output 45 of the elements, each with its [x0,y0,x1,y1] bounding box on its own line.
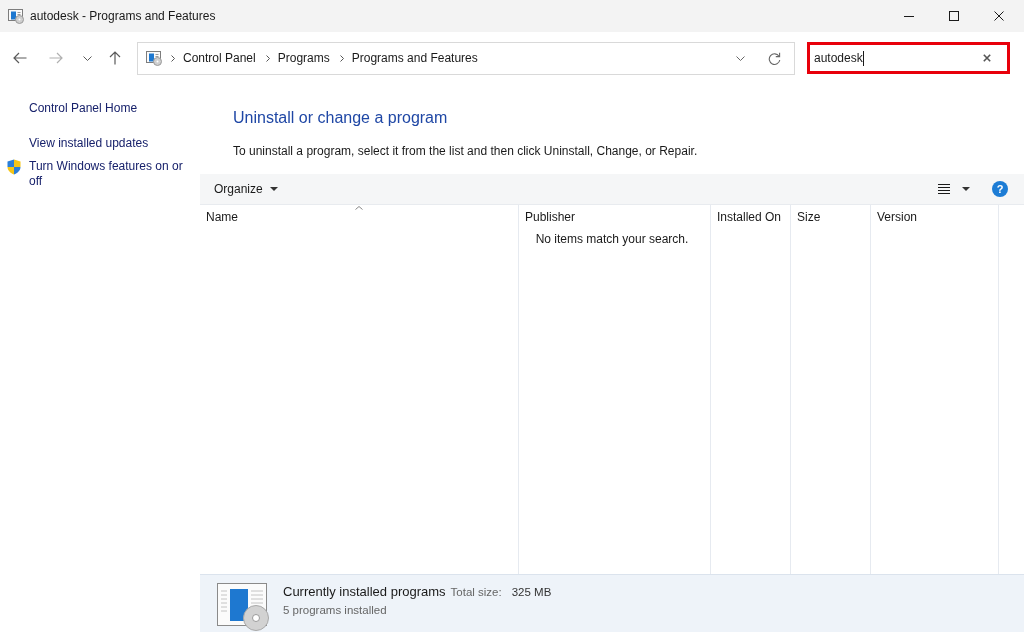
sidebar-link[interactable]: Control Panel Home [29,101,194,116]
column-header[interactable]: Publisher [519,205,710,229]
breadcrumb[interactable]: Programs and Features [350,49,479,67]
breadcrumb[interactable]: Programs [276,49,331,67]
caret-down-icon [962,187,970,191]
total-size-label: Total size: [450,585,502,600]
list-view-icon [938,184,950,194]
close-icon [993,11,1004,21]
chevron-right-icon [339,54,344,62]
empty-message: No items match your search. [535,232,689,247]
window-title: autodesk - Programs and Features [30,8,216,25]
refresh-icon [767,51,781,65]
shield-icon [7,159,21,175]
chevron-down-icon [735,55,745,61]
arrow-left-icon [13,52,27,64]
app-icon [8,8,24,24]
close-icon [983,54,991,62]
instruction-text: To uninstall a program, select it from the list and then click Uninstall, Change, or Repair. [233,144,698,159]
page-heading: Uninstall or change a program [233,108,448,128]
text-cursor [862,50,864,66]
location-icon [146,50,162,66]
status-title: Currently installed programs [283,584,446,600]
caret-down-icon [269,187,278,191]
help-button[interactable]: ? [992,181,1008,197]
column-header[interactable]: Size [791,205,870,229]
programs-count: 5 programs installed [283,603,387,619]
breadcrumb[interactable]: Control Panel [182,49,257,67]
arrow-right-icon [49,52,63,64]
maximize-icon [948,11,959,21]
clear-search-button[interactable] [981,52,993,64]
search-field[interactable]: autodesk [807,42,1010,74]
chevron-right-icon [265,54,270,62]
sidebar-link[interactable]: View installed updates [29,136,194,151]
sidebar-link[interactable]: Turn Windows features on or off [29,159,194,189]
total-size-value: 325 MB [511,585,552,600]
column-header[interactable]: Installed On [711,205,790,229]
programs-icon [217,583,269,631]
minimize-icon [903,15,914,17]
chevron-right-icon [171,54,175,62]
column-header[interactable]: Version [871,205,998,229]
organize-button[interactable]: Organize [206,177,286,201]
address-bar[interactable]: Control Panel Programs Programs and Features [137,41,795,75]
chevron-down-icon [82,55,92,61]
column-header[interactable]: Name [200,205,518,229]
arrow-up-icon [109,51,121,65]
